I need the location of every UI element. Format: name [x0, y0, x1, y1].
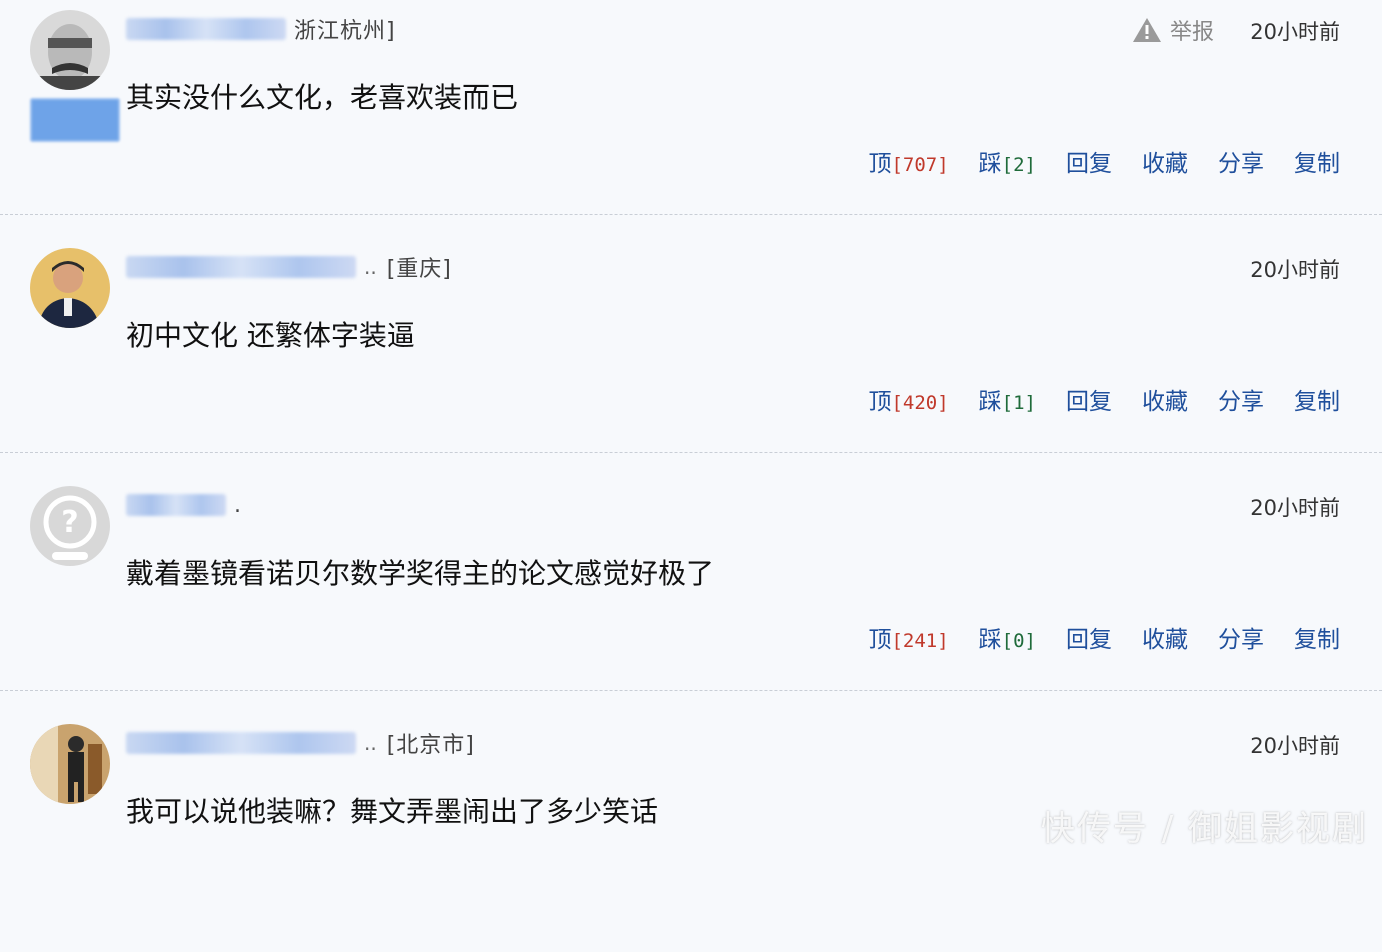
collect-button[interactable]: 收藏: [1142, 382, 1188, 416]
upvote-button[interactable]: 顶[241]: [868, 620, 948, 654]
comment-item: .. [重庆] 20小时前 初中文化 还繁体字装逼 顶[420] 踩[1] 回复…: [0, 238, 1382, 476]
copy-button[interactable]: 复制: [1294, 620, 1340, 654]
share-button[interactable]: 分享: [1218, 382, 1264, 416]
avatar[interactable]: [30, 10, 110, 90]
user-location: 浙江杭州]: [294, 19, 396, 44]
upvote-count: [420]: [891, 392, 949, 414]
username-row[interactable]: .. [重庆]: [126, 252, 452, 282]
comment-item: ? . 20小时前 戴着墨镜看诺贝尔数学奖得主的论文感觉好极了 顶[241] 踩…: [0, 476, 1382, 714]
upvote-button[interactable]: 顶[420]: [868, 382, 948, 416]
copy-button[interactable]: 复制: [1294, 382, 1340, 416]
collect-button[interactable]: 收藏: [1142, 144, 1188, 178]
reply-button[interactable]: 回复: [1066, 382, 1112, 416]
user-location: [北京市]: [386, 733, 475, 758]
username-row[interactable]: .: [126, 490, 242, 520]
comment-divider: [0, 690, 1382, 691]
username-row[interactable]: 浙江杭州]: [126, 14, 396, 44]
user-level-badge: [30, 98, 120, 142]
comment-time: 20小时前: [1250, 258, 1340, 282]
avatar[interactable]: [30, 724, 110, 804]
comment-time: 20小时前: [1250, 734, 1340, 758]
comment-divider: [0, 452, 1382, 453]
warning-triangle-icon: [1132, 18, 1161, 42]
collect-button[interactable]: 收藏: [1142, 620, 1188, 654]
report-label: 举报: [1169, 20, 1214, 45]
comment-actions: 顶[241] 踩[0] 回复 收藏 分享 复制: [868, 620, 1340, 654]
user-location: .: [234, 492, 242, 518]
downvote-button[interactable]: 踩[0]: [979, 620, 1036, 654]
watermark: 快传号 / 御姐影视剧: [1040, 809, 1368, 849]
question-mark-avatar-icon[interactable]: ?: [30, 486, 110, 566]
share-button[interactable]: 分享: [1218, 144, 1264, 178]
username-blurred: [126, 256, 356, 278]
comment-time: 20小时前: [1250, 20, 1340, 44]
comment-time: 20小时前: [1250, 496, 1340, 520]
comment-actions: 顶[707] 踩[2] 回复 收藏 分享 复制: [868, 144, 1340, 178]
upvote-count: [241]: [891, 630, 949, 652]
user-location: [重庆]: [386, 257, 452, 282]
comment-text: 其实没什么文化，老喜欢装而已: [126, 81, 519, 114]
comment-text: 我可以说他装嘛？舞文弄墨闹出了多少笑话: [126, 795, 659, 828]
report-button[interactable]: 举报: [1132, 14, 1214, 46]
downvote-count: [2]: [1001, 154, 1036, 176]
upvote-button[interactable]: 顶[707]: [868, 144, 948, 178]
downvote-count: [0]: [1001, 630, 1036, 652]
username-blurred: [126, 732, 356, 754]
comment-item: 浙江杭州] 举报 20小时前 其实没什么文化，老喜欢装而已 顶[707] 踩[2…: [0, 0, 1382, 238]
username-row[interactable]: .. [北京市]: [126, 728, 475, 758]
share-button[interactable]: 分享: [1218, 620, 1264, 654]
comment-actions: 顶[420] 踩[1] 回复 收藏 分享 复制: [868, 382, 1340, 416]
svg-text:?: ?: [61, 505, 78, 540]
comment-text: 戴着墨镜看诺贝尔数学奖得主的论文感觉好极了: [126, 557, 715, 590]
downvote-count: [1]: [1001, 392, 1036, 414]
avatar[interactable]: [30, 248, 110, 328]
username-blurred: [126, 18, 286, 40]
username-blurred: [126, 494, 226, 516]
comment-divider: [0, 214, 1382, 215]
downvote-button[interactable]: 踩[1]: [979, 382, 1036, 416]
comment-text: 初中文化 还繁体字装逼: [126, 319, 415, 352]
upvote-count: [707]: [891, 154, 949, 176]
downvote-button[interactable]: 踩[2]: [979, 144, 1036, 178]
reply-button[interactable]: 回复: [1066, 620, 1112, 654]
reply-button[interactable]: 回复: [1066, 144, 1112, 178]
copy-button[interactable]: 复制: [1294, 144, 1340, 178]
